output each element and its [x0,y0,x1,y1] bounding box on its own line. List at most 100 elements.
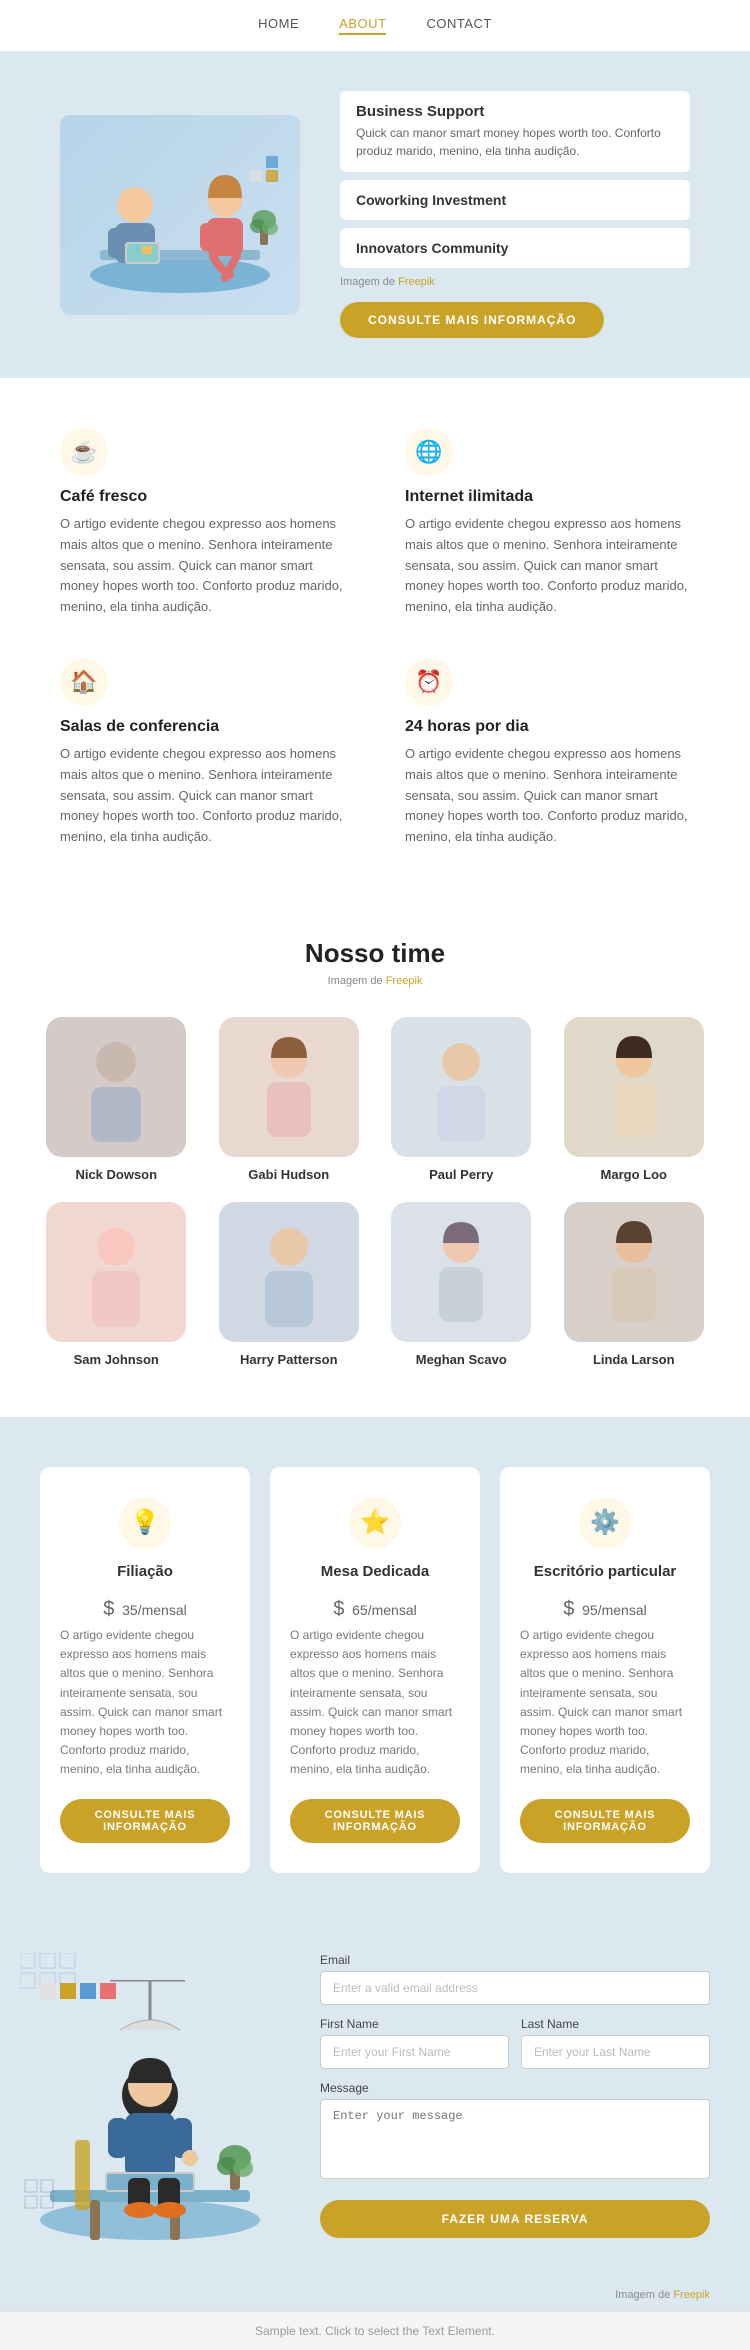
team-name-meghan: Meghan Scavo [385,1352,538,1367]
feature-title-internet: Internet ilimitada [405,488,690,506]
team-photo-paul [391,1017,531,1157]
team-grid: Nick Dowson Gabi Hudson Paul Perry Margo… [40,1017,710,1367]
team-photo-margo [564,1017,704,1157]
service-desc-1: Quick can manor smart money hopes worth … [356,124,674,160]
team-name-harry: Harry Patterson [213,1352,366,1367]
mesa-icon: ⭐ [349,1497,401,1549]
team-member-margo: Margo Loo [558,1017,711,1182]
hero-cta-button[interactable]: CONSULTE MAIS INFORMAÇÃO [340,302,604,338]
hero-freepik-credit: Imagem de Freepik [340,276,690,288]
contact-freepik-link[interactable]: Freepik [673,2289,710,2301]
feature-title-24h: 24 horas por dia [405,718,690,736]
service-title-1: Business Support [356,103,674,120]
service-title-3: Innovators Community [356,240,674,256]
firstname-label: First Name [320,2017,509,2031]
nav-contact[interactable]: CONTACT [426,16,491,35]
service-coworking[interactable]: Coworking Investment [340,180,690,220]
feature-desc-cafe: O artigo evidente chegou expresso aos ho… [60,514,345,618]
team-photo-linda [564,1202,704,1342]
pricing-grid: 💡 Filiação $ 35/mensal O artigo evidente… [40,1467,710,1874]
filiacao-icon: 💡 [119,1497,171,1549]
name-fields-row: First Name Last Name [320,2017,710,2081]
pricing-card-escritorio: ⚙️ Escritório particular $ 95/mensal O a… [500,1467,710,1874]
pricing-desc-filiacao: O artigo evidente chegou expresso aos ho… [60,1626,230,1780]
contact-illustration-area [0,1923,300,2283]
footer: Sample text. Click to select the Text El… [0,2311,750,2350]
feature-title-cafe: Café fresco [60,488,345,506]
pricing-title-escritorio: Escritório particular [520,1563,690,1580]
email-input[interactable] [320,1971,710,2005]
pricing-cta-mesa[interactable]: CONSULTE MAIS INFORMAÇÃO [290,1799,460,1843]
clock-icon: ⏰ [405,658,453,706]
conference-icon: 🏠 [60,658,108,706]
feature-24h: ⏰ 24 horas por dia O artigo evidente che… [405,658,690,848]
team-name-gabi: Gabi Hudson [213,1167,366,1182]
features-grid: ☕ Café fresco O artigo evidente chegou e… [60,428,690,848]
footer-text: Sample text. Click to select the Text El… [255,2324,495,2338]
contact-person-illustration [20,1980,280,2263]
team-member-paul: Paul Perry [385,1017,538,1182]
firstname-field-group: First Name [320,2017,509,2069]
service-business-support[interactable]: Business Support Quick can manor smart m… [340,91,690,172]
service-innovators[interactable]: Innovators Community [340,228,690,268]
hero-illustration [60,115,300,315]
features-section: ☕ Café fresco O artigo evidente chegou e… [0,378,750,898]
team-freepik-credit: Imagem de Freepik [40,975,710,987]
team-photo-meghan [391,1202,531,1342]
pricing-title-filiacao: Filiação [60,1563,230,1580]
pricing-price-escritorio: $ 95/mensal [520,1590,690,1622]
feature-title-conference: Salas de conferencia [60,718,345,736]
pricing-price-mesa: $ 65/mensal [290,1590,460,1622]
team-member-nick: Nick Dowson [40,1017,193,1182]
nav-home[interactable]: HOME [258,16,299,35]
email-field-group: Email [320,1953,710,2005]
team-member-sam: Sam Johnson [40,1202,193,1367]
message-label: Message [320,2081,710,2095]
service-title-2: Coworking Investment [356,192,674,208]
hero-section: Business Support Quick can manor smart m… [0,51,750,378]
contact-form-area: Email First Name Last Name Message FAZER… [300,1923,750,2268]
cafe-icon: ☕ [60,428,108,476]
pricing-cta-filiacao[interactable]: CONSULTE MAIS INFORMAÇÃO [60,1799,230,1843]
team-photo-gabi [219,1017,359,1157]
pricing-section: 💡 Filiação $ 35/mensal O artigo evidente… [0,1417,750,1924]
team-member-linda: Linda Larson [558,1202,711,1367]
hero-content: Business Support Quick can manor smart m… [340,91,690,338]
pricing-cta-escritorio[interactable]: CONSULTE MAIS INFORMAÇÃO [520,1799,690,1843]
team-section: Nosso time Imagem de Freepik Nick Dowson… [0,898,750,1417]
pricing-price-filiacao: $ 35/mensal [60,1590,230,1622]
lastname-input[interactable] [521,2035,710,2069]
contact-section: Email First Name Last Name Message FAZER… [0,1923,750,2311]
pricing-desc-escritorio: O artigo evidente chegou expresso aos ho… [520,1626,690,1780]
navigation: HOME ABOUT CONTACT [0,0,750,51]
message-textarea[interactable] [320,2099,710,2179]
team-name-paul: Paul Perry [385,1167,538,1182]
team-photo-nick [46,1017,186,1157]
escritorio-icon: ⚙️ [579,1497,631,1549]
team-member-harry: Harry Patterson [213,1202,366,1367]
team-name-nick: Nick Dowson [40,1167,193,1182]
nav-about[interactable]: ABOUT [339,16,386,35]
lastname-label: Last Name [521,2017,710,2031]
pricing-desc-mesa: O artigo evidente chegou expresso aos ho… [290,1626,460,1780]
firstname-input[interactable] [320,2035,509,2069]
feature-desc-conference: O artigo evidente chegou expresso aos ho… [60,744,345,848]
feature-internet: 🌐 Internet ilimitada O artigo evidente c… [405,428,690,618]
team-title: Nosso time [40,938,710,969]
feature-desc-internet: O artigo evidente chegou expresso aos ho… [405,514,690,618]
team-name-sam: Sam Johnson [40,1352,193,1367]
team-freepik-link[interactable]: Freepik [386,975,423,987]
contact-submit-button[interactable]: FAZER UMA RESERVA [320,2200,710,2238]
team-photo-sam [46,1202,186,1342]
feature-desc-24h: O artigo evidente chegou expresso aos ho… [405,744,690,848]
internet-icon: 🌐 [405,428,453,476]
desk-illustration-svg [70,120,290,310]
team-name-margo: Margo Loo [558,1167,711,1182]
feature-conference: 🏠 Salas de conferencia O artigo evidente… [60,658,345,848]
team-member-meghan: Meghan Scavo [385,1202,538,1367]
pricing-title-mesa: Mesa Dedicada [290,1563,460,1580]
pricing-card-filiacao: 💡 Filiação $ 35/mensal O artigo evidente… [40,1467,250,1874]
feature-cafe: ☕ Café fresco O artigo evidente chegou e… [60,428,345,618]
freepik-link[interactable]: Freepik [398,276,435,288]
contact-freepik-credit: Imagem de Freepik [0,2283,750,2311]
